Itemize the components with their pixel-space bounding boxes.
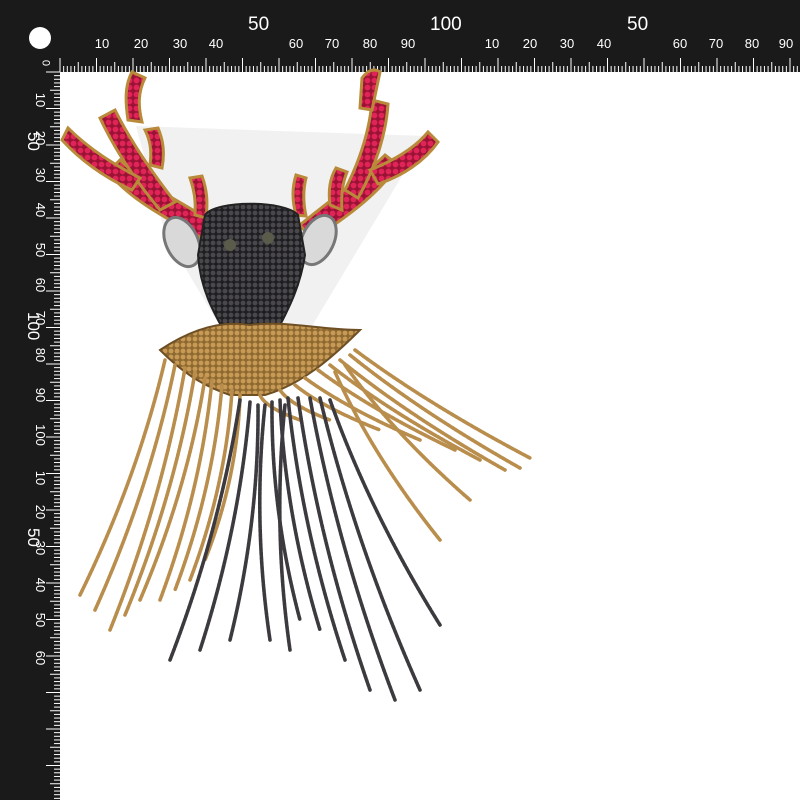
ruler-top-minor-label: 60 bbox=[289, 36, 303, 51]
ruler-top-zero: 0 bbox=[41, 60, 53, 66]
ruler-top-minor-label: 40 bbox=[209, 36, 223, 51]
ruler-top-minor-label: 80 bbox=[363, 36, 377, 51]
ruler-left-minor-label: 60 bbox=[33, 651, 48, 665]
ruler-top-minor-label: 30 bbox=[173, 36, 187, 51]
ruler-left-minor-label: 20 bbox=[33, 505, 48, 519]
ruler-left-minor-label: 40 bbox=[33, 203, 48, 217]
ruler-top-minor-label: 20 bbox=[523, 36, 537, 51]
ruler-top-minor-label: 80 bbox=[745, 36, 759, 51]
ruler-left-minor-label: 60 bbox=[33, 278, 48, 292]
ruler-left-minor-label: 30 bbox=[33, 168, 48, 182]
ruler-left-minor-label: 90 bbox=[33, 388, 48, 402]
product-photo: 0 10 20 30 40 60 70 80 90 10 20 30 40 60 70 80 90 50 10… bbox=[0, 0, 800, 800]
ruler-top-minor-label: 40 bbox=[597, 36, 611, 51]
ruler-top-minor-label: 70 bbox=[325, 36, 339, 51]
ruler-top-minor-label: 20 bbox=[134, 36, 148, 51]
left-eye bbox=[224, 239, 236, 251]
ruler-top-minor-label: 70 bbox=[709, 36, 723, 51]
ruler-left-minor-label: 10 bbox=[33, 471, 48, 485]
ruler-hang-hole-icon bbox=[29, 27, 51, 49]
ruler-left-minor-label: 80 bbox=[33, 348, 48, 362]
ruler-left-minor-label: 100 bbox=[33, 424, 48, 446]
ruler-top-major-1: 50 bbox=[248, 14, 269, 35]
ruler-left-minor-label: 50 bbox=[33, 613, 48, 627]
ruler-left-major-3: 50 bbox=[24, 528, 43, 547]
ruler-top-minor-label: 10 bbox=[485, 36, 499, 51]
ruler-left-minor-label: 40 bbox=[33, 578, 48, 592]
ruler-left-major-2: 100 bbox=[24, 312, 43, 340]
ruler-top-major-2: 100 bbox=[430, 14, 462, 35]
ruler-left-major-1: 50 bbox=[24, 132, 43, 151]
ruler-top-minor-label: 90 bbox=[401, 36, 415, 51]
ruler-top-major-3: 50 bbox=[627, 14, 648, 35]
ruler-top-minor-label: 30 bbox=[560, 36, 574, 51]
right-eye bbox=[262, 232, 274, 244]
ruler-left-minor-label: 10 bbox=[33, 93, 48, 107]
ruler-left-minor-label: 50 bbox=[33, 243, 48, 257]
ruler-top-minor-label: 90 bbox=[779, 36, 793, 51]
ruler-top-minor-label: 60 bbox=[673, 36, 687, 51]
ruler-top-minor-label: 10 bbox=[95, 36, 109, 51]
